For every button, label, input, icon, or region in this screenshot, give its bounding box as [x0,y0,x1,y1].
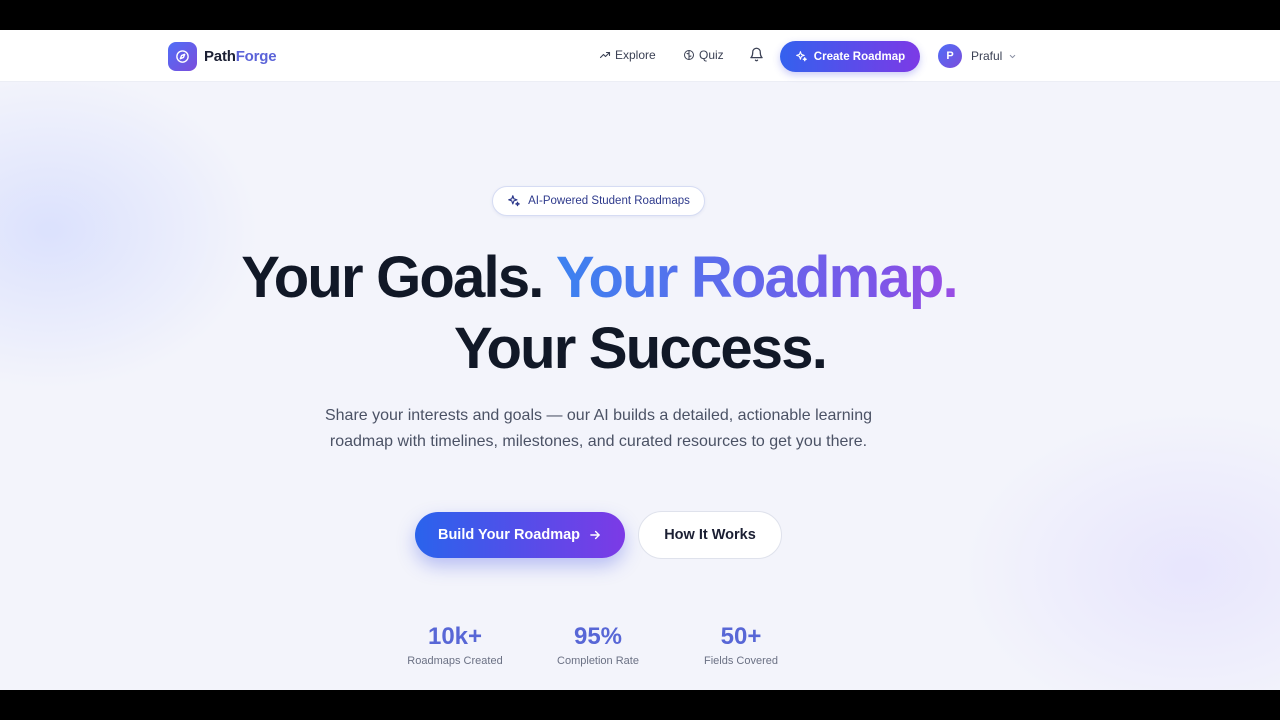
stat-completion: 95% Completion Rate [523,622,673,667]
stat-value: 50+ [720,623,762,650]
sparkles-icon [795,51,807,62]
how-it-works-label: How It Works [664,527,756,543]
hero-headline-line2: Your Success. [0,314,1280,384]
stat-label: Roadmaps Created [407,655,503,667]
sparkles-icon [508,195,520,207]
hero-badge-label: AI-Powered Student Roadmaps [528,195,690,207]
stat-label: Completion Rate [557,655,639,667]
how-it-works-button[interactable]: How It Works [638,511,782,559]
arrow-right-icon [590,530,600,540]
stat-value: 10k+ [427,623,483,650]
create-roadmap-button[interactable]: Create Roadmap [780,41,920,72]
bell-icon [750,47,763,62]
nav-explore-label: Explore [615,48,656,62]
chevron-down-icon [1010,54,1016,58]
brand-name-part1: Path [204,48,236,65]
hero-subtitle: Share your interests and goals — our AI … [324,407,872,450]
background-glow-right [960,410,1280,690]
stat-fields: 50+ Fields Covered [666,622,816,667]
nav-explore-link[interactable]: Explore [599,48,656,62]
headline-goals: Your Goals. [241,245,544,310]
notifications-button[interactable] [749,47,764,67]
headline-roadmap: Your Roadmap. [555,245,959,310]
brain-icon [684,50,694,60]
hero-headline-line1: Your Goals. Your Roadmap. [0,243,1280,313]
hero-badge: AI-Powered Student Roadmaps [492,186,705,216]
app-window: PathForge Explore Quiz Create Roadmap P … [0,30,1280,690]
nav-quiz-link[interactable]: Quiz [683,48,724,62]
trending-up-icon [599,51,611,59]
headline-success: Your Success. [453,316,828,381]
brand[interactable]: PathForge [168,42,277,71]
create-roadmap-label: Create Roadmap [813,50,906,63]
brand-name-part2: Forge [235,48,277,65]
brand-name: PathForge [204,48,277,65]
compass-icon [168,42,197,71]
build-roadmap-label: Build Your Roadmap [437,527,581,543]
build-roadmap-button[interactable]: Build Your Roadmap [415,512,625,558]
top-navbar: PathForge Explore Quiz Create Roadmap P … [0,30,1280,82]
user-menu[interactable]: P Praful [938,44,1017,68]
avatar: P [938,44,962,68]
nav-quiz-label: Quiz [699,48,724,62]
user-name: Praful [971,49,1003,63]
stat-roadmaps: 10k+ Roadmaps Created [380,622,530,667]
stat-value: 95% [573,623,623,650]
stat-label: Fields Covered [704,655,778,667]
